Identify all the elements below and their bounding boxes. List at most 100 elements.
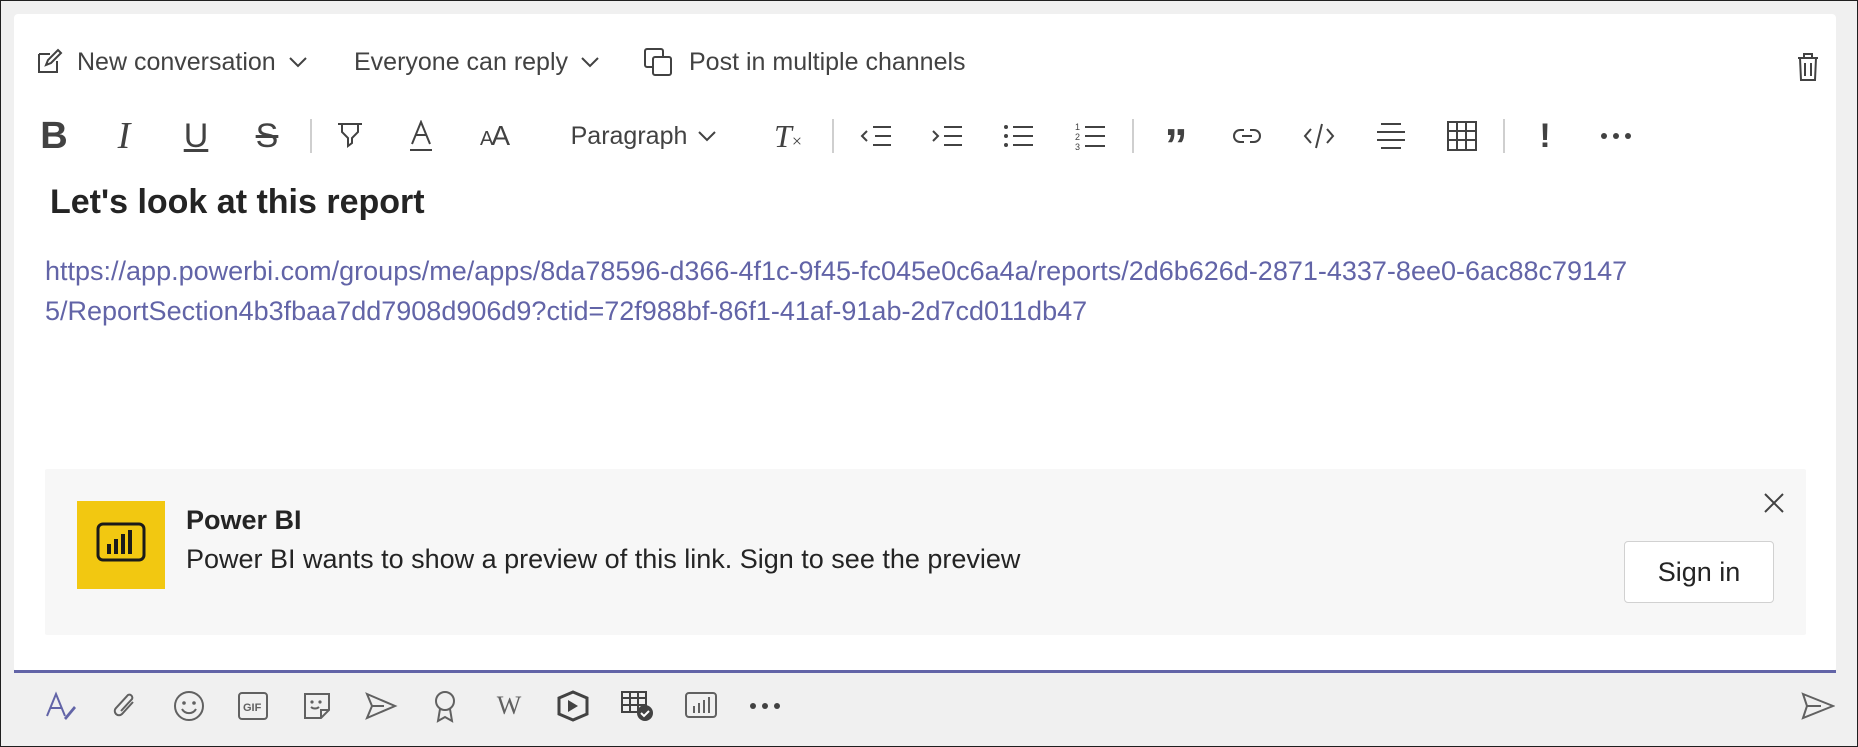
approvals-button[interactable] (617, 681, 657, 731)
stream-button[interactable] (553, 681, 593, 731)
more-apps-button[interactable] (745, 681, 785, 731)
font-size-button[interactable]: AA (472, 111, 516, 161)
emoji-icon (174, 691, 204, 721)
gif-icon: GIF (238, 692, 268, 720)
power-bi-icon (96, 522, 146, 562)
dismiss-preview-button[interactable] (1762, 491, 1786, 520)
format-button[interactable] (41, 681, 81, 731)
underline-button[interactable]: U (176, 111, 216, 161)
italic-button[interactable]: I (104, 111, 144, 161)
more-options-button[interactable] (1596, 111, 1636, 161)
compose-window: New conversation Everyone can reply Post… (0, 0, 1858, 747)
toolbar-separator (832, 119, 834, 153)
praise-icon (435, 691, 455, 723)
paragraph-dropdown[interactable]: Paragraph (569, 111, 719, 161)
horizontal-rule-button[interactable] (1371, 111, 1411, 161)
approvals-icon (621, 691, 653, 721)
clear-formatting-icon: T× (774, 117, 802, 154)
table-icon (1447, 121, 1477, 151)
font-color-button[interactable] (401, 111, 441, 161)
attach-button[interactable] (105, 681, 145, 731)
edit-icon (38, 48, 63, 73)
clear-formatting-button[interactable]: T× (766, 111, 810, 161)
svg-text:1: 1 (1075, 122, 1080, 132)
increase-indent-icon (932, 126, 962, 146)
toolbar-separator (1132, 119, 1134, 153)
bold-button[interactable]: B (34, 111, 74, 161)
decrease-indent-button[interactable] (856, 111, 896, 161)
svg-text:2: 2 (1075, 132, 1080, 142)
wiki-button[interactable]: W (489, 681, 529, 731)
post-multiple-channels-button[interactable]: Post in multiple channels (643, 40, 966, 84)
copy-icon (644, 48, 672, 76)
formatting-toolbar: B I U S AA Paragraph T× 1 2 3 ” ! (14, 111, 1836, 171)
horizontal-rule-icon (1377, 123, 1405, 149)
message-extensions-bar: GIF W (1, 681, 1857, 731)
mark-important-button[interactable]: ! (1525, 111, 1565, 161)
bulleted-list-icon (1004, 125, 1033, 147)
stream-icon (557, 690, 589, 722)
more-icon (750, 703, 780, 709)
report-link[interactable]: https://app.powerbi.com/groups/me/apps/8… (45, 251, 1645, 331)
bold-icon: B (40, 114, 68, 157)
toolbar-separator (1503, 119, 1505, 153)
post-multiple-label: Post in multiple channels (689, 47, 966, 76)
bulleted-list-button[interactable] (999, 111, 1039, 161)
insert-link-button[interactable] (1227, 111, 1267, 161)
quote-icon: ” (1164, 119, 1188, 171)
paragraph-label: Paragraph (570, 121, 688, 150)
highlight-button[interactable] (330, 111, 370, 161)
gif-button[interactable]: GIF (233, 681, 273, 731)
svg-text:3: 3 (1075, 142, 1080, 151)
post-options-bar: New conversation Everyone can reply Post… (14, 40, 1836, 84)
font-size-icon: AA (479, 120, 510, 151)
chevron-down-icon (581, 57, 599, 68)
schedule-meeting-button[interactable] (361, 681, 401, 731)
emoji-button[interactable] (169, 681, 209, 731)
svg-text:GIF: GIF (243, 702, 262, 714)
code-snippet-button[interactable] (1299, 111, 1339, 161)
send-icon (1801, 692, 1835, 720)
insert-table-button[interactable] (1442, 111, 1482, 161)
strikethrough-icon: S (255, 116, 279, 155)
card-description: Power BI wants to show a preview of this… (186, 544, 1021, 574)
delete-button[interactable] (1796, 52, 1820, 87)
chevron-down-icon (698, 131, 717, 142)
numbered-list-icon: 123 (1075, 122, 1105, 151)
italic-icon: I (117, 115, 131, 157)
schedule-meeting-icon (365, 692, 398, 720)
new-conversation-label: New conversation (77, 47, 276, 76)
more-icon (1601, 133, 1631, 139)
wiki-icon: W (496, 691, 522, 720)
increase-indent-button[interactable] (927, 111, 967, 161)
sign-in-button[interactable]: Sign in (1624, 541, 1774, 603)
toolbar-separator (310, 119, 312, 153)
message-heading: Let's look at this report (50, 183, 425, 221)
new-conversation-dropdown[interactable]: New conversation (35, 40, 308, 84)
format-icon (46, 691, 76, 720)
card-title: Power BI (186, 505, 302, 535)
important-icon: ! (1539, 116, 1551, 155)
reply-setting-label: Everyone can reply (354, 47, 569, 76)
praise-button[interactable] (425, 681, 465, 731)
font-color-icon (410, 120, 432, 151)
power-bi-logo (77, 501, 165, 589)
quote-button[interactable]: ” (1156, 111, 1196, 171)
power-bi-button[interactable] (681, 681, 721, 731)
sticker-button[interactable] (297, 681, 337, 731)
strikethrough-button[interactable]: S (247, 111, 287, 161)
reply-setting-dropdown[interactable]: Everyone can reply (354, 40, 600, 84)
sticker-icon (304, 693, 330, 719)
code-icon (1303, 123, 1335, 149)
decrease-indent-icon (860, 126, 891, 146)
trash-icon (1798, 53, 1818, 81)
send-button[interactable] (1801, 681, 1835, 731)
close-icon (1764, 493, 1784, 513)
underline-icon: U (183, 116, 209, 155)
chevron-down-icon (289, 57, 307, 68)
compose-box: New conversation Everyone can reply Post… (14, 14, 1836, 672)
link-preview-card: Power BI Power BI wants to show a previe… (45, 469, 1806, 635)
compose-focus-underline (14, 670, 1836, 673)
highlight-icon (338, 123, 362, 148)
numbered-list-button[interactable]: 123 (1071, 111, 1111, 161)
